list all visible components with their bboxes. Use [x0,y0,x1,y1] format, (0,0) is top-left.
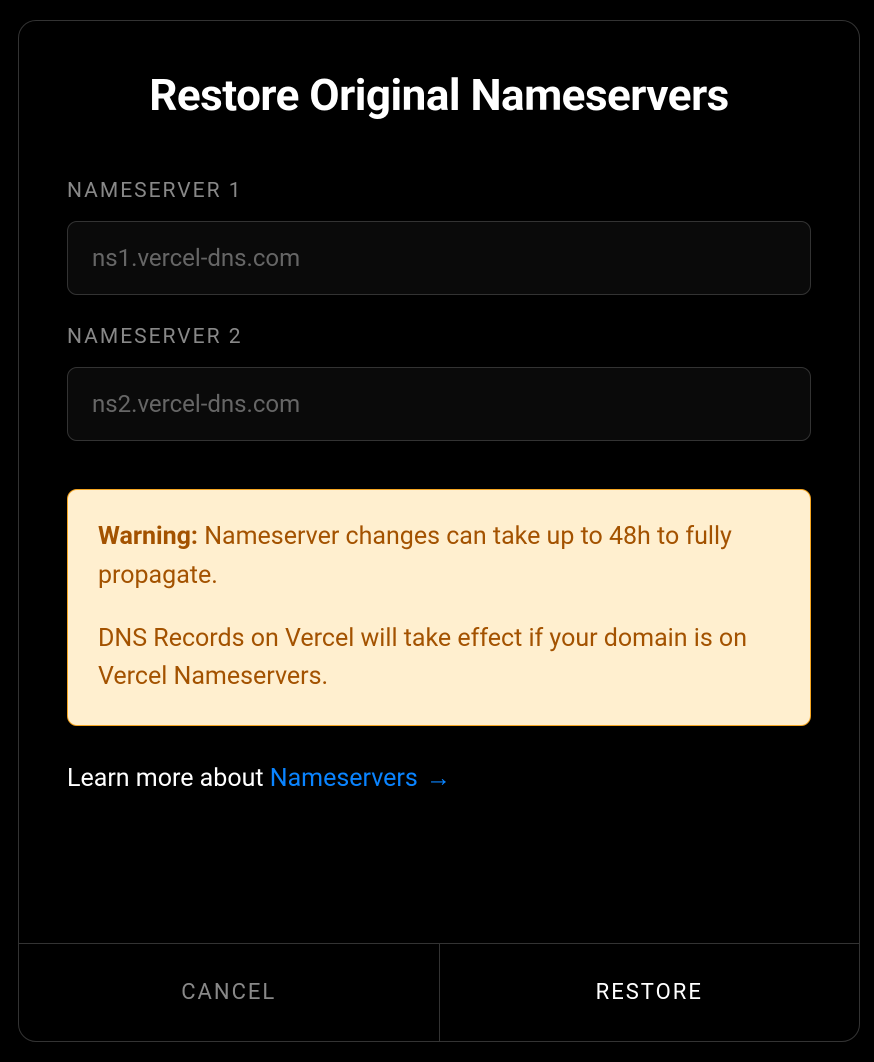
restore-button[interactable]: RESTORE [439,944,860,1041]
warning-paragraph-2: DNS Records on Vercel will take effect i… [98,620,780,698]
warning-label: Warning: [98,522,198,551]
nameservers-link-text: Nameservers [270,764,418,793]
arrow-right-icon: → [426,764,451,793]
warning-paragraph-1: Warning: Nameserver changes can take up … [98,518,780,596]
nameserver-1-field-group: NAMESERVER 1 [67,179,811,295]
warning-text: Warning: Nameserver changes can take up … [98,518,780,697]
nameserver-2-input[interactable] [67,367,811,441]
restore-nameservers-modal: Restore Original Nameservers NAMESERVER … [18,20,860,1042]
nameserver-1-label: NAMESERVER 1 [67,179,811,203]
nameserver-2-field-group: NAMESERVER 2 [67,325,811,441]
learn-more-row: Learn more about Nameservers → [67,764,811,793]
nameserver-1-input[interactable] [67,221,811,295]
modal-title: Restore Original Nameservers [67,69,811,121]
cancel-button[interactable]: CANCEL [19,944,439,1041]
modal-footer: CANCEL RESTORE [19,943,859,1041]
modal-body: Restore Original Nameservers NAMESERVER … [19,21,859,943]
nameservers-link[interactable]: Nameservers → [270,764,451,793]
warning-box: Warning: Nameserver changes can take up … [67,489,811,726]
learn-more-prefix: Learn more about [67,764,270,793]
nameserver-2-label: NAMESERVER 2 [67,325,811,349]
